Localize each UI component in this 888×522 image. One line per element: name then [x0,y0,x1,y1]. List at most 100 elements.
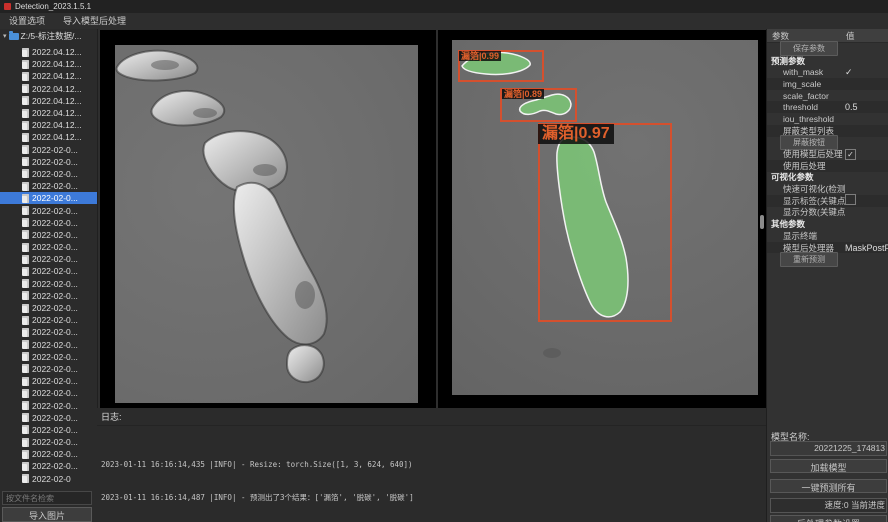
log-title: 日志: [97,408,766,426]
param-row[interactable]: 使用模型后处理 ✓ [767,148,888,160]
menu-import-postprocess[interactable]: 导入模型后处理 [54,13,135,29]
param-row[interactable]: 显示终端 [767,230,888,242]
import-images-button[interactable]: 导入图片 [2,507,92,522]
tree-file-item[interactable]: 2022-02-0... [0,278,97,290]
param-row[interactable]: 显示分数(关键点) [767,207,888,219]
tree-file-item[interactable]: 2022.04.12... [0,70,97,82]
param-value [845,173,888,182]
value-col-header: 值 [846,30,888,42]
tree-file-item[interactable]: 2022-02-0... [0,375,97,387]
param-checkbox[interactable]: MaskPostPro [845,243,888,253]
param-row[interactable]: iou_threshold [767,113,888,125]
tree-file-item[interactable]: 2022-02-0... [0,204,97,216]
param-value [845,91,888,100]
tree-file-item[interactable]: 2022-02-0... [0,363,97,375]
param-row[interactable]: 使用后处理 [767,160,888,172]
title-bar: Detection_2023.1.5.1 [0,0,888,13]
param-row[interactable]: 显示标签(关键点) [767,195,888,207]
param-row[interactable]: threshold 0.5 [767,101,888,113]
tree-file-item[interactable]: 2022-02-0... [0,180,97,192]
tree-file-label: 2022-02-0... [32,327,78,337]
tree-file-label: 2022.04.12... [32,84,82,94]
param-checkbox[interactable]: 0.5 [845,102,858,112]
tree-root-folder[interactable]: ▾ Z:/5-标注数据/... [0,29,97,43]
param-row[interactable]: with_mask ✓ [767,66,888,78]
tree-file-item[interactable]: 2022-02-0... [0,387,97,399]
tree-file-item[interactable]: 2022.04.12... [0,107,97,119]
param-label: 快速可视化(检测) [783,183,845,195]
tree-file-item[interactable]: 2022-02-0... [0,265,97,277]
tree-file-item[interactable]: 2022-02-0... [0,229,97,241]
file-icon [22,48,29,57]
param-row[interactable]: 屏蔽按钮 [767,137,888,149]
tree-file-item[interactable]: 2022-02-0... [0,168,97,180]
param-row[interactable]: 保存参数 [767,43,888,55]
file-icon [22,291,29,300]
tree-file-item[interactable]: 2022-02-0 [0,473,97,485]
file-icon [22,133,29,142]
tree-file-item[interactable]: 2022-02-0... [0,399,97,411]
file-icon [22,304,29,313]
tree-file-item[interactable]: 2022.04.12... [0,119,97,131]
tree-file-label: 2022.04.12... [32,108,82,118]
tree-file-item[interactable]: 2022-02-0... [0,448,97,460]
log-line: 2023-01-11 16:16:14,435 |INFO| - Resize:… [101,461,766,469]
file-icon [22,121,29,130]
tree-file-item[interactable]: 2022-02-0... [0,217,97,229]
tree-file-item[interactable]: 2022.04.12... [0,83,97,95]
param-row[interactable]: 重新预测 [767,253,888,265]
menu-settings[interactable]: 设置选项 [0,13,54,29]
file-icon [22,413,29,422]
tree-file-label: 2022-02-0... [32,266,78,276]
tree-file-item[interactable]: 2022.04.12... [0,131,97,143]
tree-file-item[interactable]: 2022-02-0... [0,326,97,338]
log-line: 2023-01-11 16:16:14,487 |INFO| - 预测出了3个结… [101,494,766,502]
tree-file-item[interactable]: 2022-02-0... [0,424,97,436]
param-value [845,114,888,123]
chevron-down-icon[interactable]: ▾ [3,32,7,40]
file-icon [22,377,29,386]
log-panel[interactable]: 日志: 2023-01-11 16:16:14,435 |INFO| - Res… [97,408,766,522]
model-name-field[interactable]: 20221225_174813 [770,441,887,456]
param-label: 可视化参数 [771,171,845,183]
tree-file-label: 2022.04.12... [32,120,82,130]
original-image-canvas[interactable] [100,30,436,408]
param-row[interactable]: 其他参数 [767,218,888,230]
tree-file-item[interactable]: 2022-02-0... [0,436,97,448]
filename-search-input[interactable] [2,491,92,505]
tree-file-item[interactable]: 2022-02-0... [0,302,97,314]
param-checkbox[interactable]: ✓ [845,67,853,78]
tree-file-label: 2022.04.12... [32,59,82,69]
param-label: with_mask [783,67,845,77]
tree-file-item[interactable]: 2022.04.12... [0,46,97,58]
param-row[interactable]: scale_factor [767,90,888,102]
tree-file-item[interactable]: 2022-02-0... [0,460,97,472]
scrollbar-thumb[interactable] [760,215,764,229]
tree-file-item[interactable]: 2022-02-0... [0,192,97,204]
tree-file-item[interactable]: 2022-02-0... [0,144,97,156]
param-value [845,79,888,88]
param-label: 使用后处理 [783,160,845,172]
file-icon [22,352,29,361]
tree-file-item[interactable]: 2022-02-0... [0,253,97,265]
tree-file-item[interactable]: 2022-02-0... [0,339,97,351]
param-row[interactable]: img_scale [767,78,888,90]
postprocess-settings-button[interactable]: 后处理参数设置 [770,515,887,522]
tree-file-item[interactable]: 2022.04.12... [0,95,97,107]
tree-file-item[interactable]: 2022-02-0... [0,290,97,302]
prediction-image-canvas[interactable]: 漏箔|0.99 漏箔|0.89 漏箔|0.97 [438,30,766,408]
load-model-button[interactable]: 加载模型 [770,459,887,473]
param-row[interactable]: 预测参数 [767,55,888,67]
tree-file-item[interactable]: 2022-02-0... [0,156,97,168]
tree-file-item[interactable]: 2022-02-0... [0,314,97,326]
tree-file-item[interactable]: 2022.04.12... [0,58,97,70]
file-tree-panel: ▾ Z:/5-标注数据/... 2022.04.12... 2022.04.12… [0,29,98,522]
tree-file-item[interactable]: 2022-02-0... [0,351,97,363]
tree-file-item[interactable]: 2022-02-0... [0,241,97,253]
param-checkbox[interactable] [845,194,856,205]
param-row[interactable]: 快速可视化(检测) [767,183,888,195]
predict-all-button[interactable]: 一键预测所有 [770,479,887,493]
param-row[interactable]: 可视化参数 [767,172,888,184]
param-checkbox[interactable]: ✓ [845,149,856,160]
tree-file-item[interactable]: 2022-02-0... [0,412,97,424]
